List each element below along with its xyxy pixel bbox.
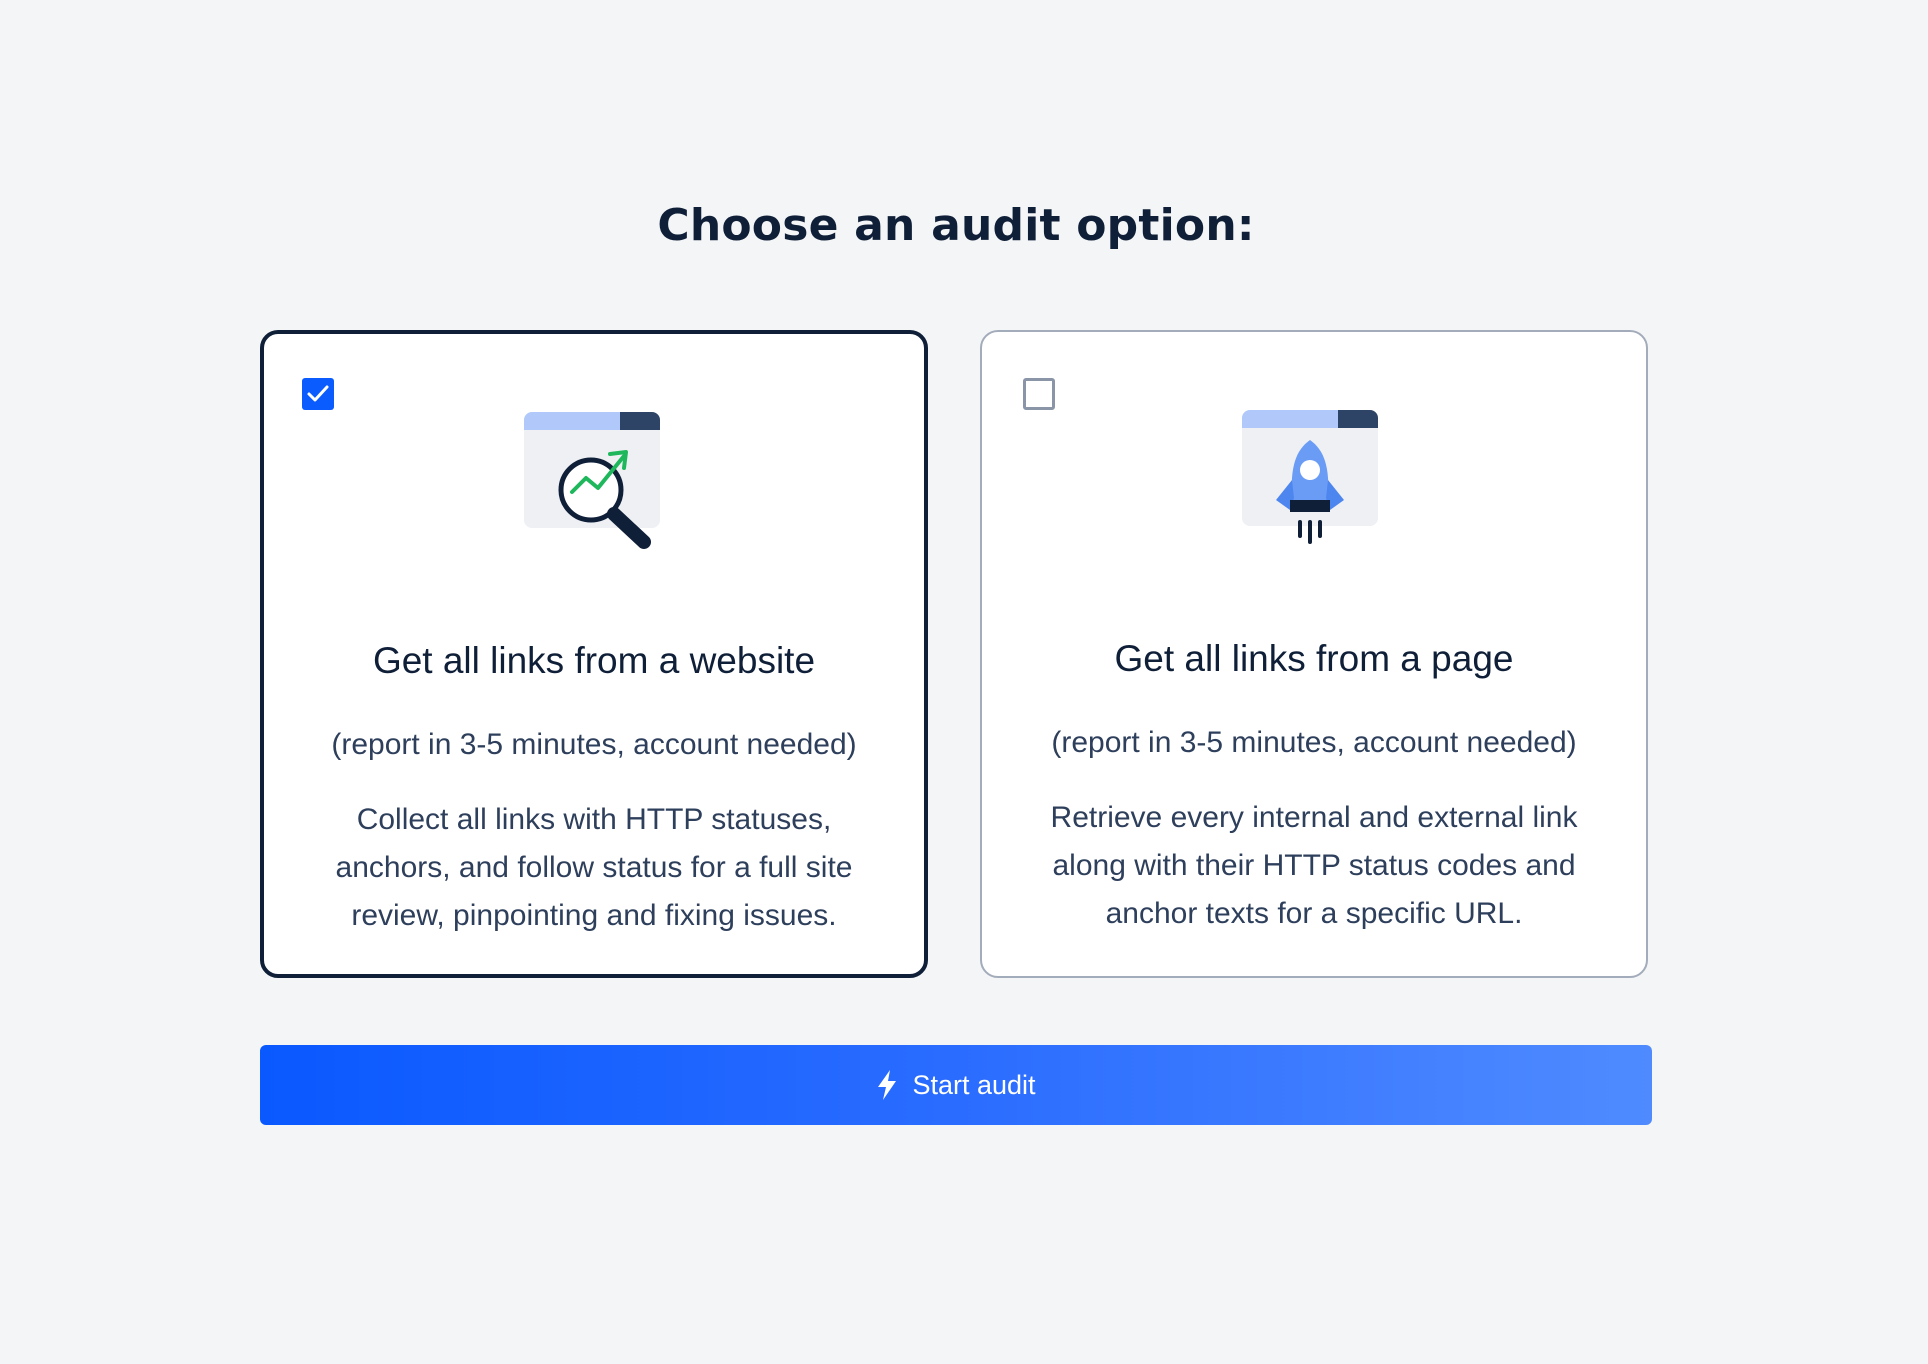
- option-card-website[interactable]: Get all links from a website (report in …: [260, 330, 928, 978]
- option-description: Retrieve every internal and external lin…: [1050, 801, 1578, 930]
- option-checkbox-website[interactable]: [302, 378, 334, 410]
- page-title: Choose an audit option:: [657, 200, 1255, 251]
- website-analytics-icon: [524, 412, 664, 562]
- lightning-icon: [876, 1070, 898, 1100]
- option-checkbox-page[interactable]: [1023, 378, 1055, 410]
- option-card-page[interactable]: Get all links from a page (report in 3-5…: [980, 330, 1648, 978]
- option-title: Get all links from a website: [372, 640, 816, 681]
- option-title: Get all links from a page: [1114, 638, 1514, 679]
- option-subtitle: (report in 3-5 minutes, account needed): [1051, 726, 1577, 759]
- start-audit-label: Start audit: [912, 1069, 1036, 1100]
- rocket-page-icon: [1242, 410, 1382, 560]
- checkmark-icon: [307, 385, 329, 402]
- option-description: Collect all links with HTTP statuses, an…: [335, 803, 853, 932]
- option-subtitle: (report in 3-5 minutes, account needed): [331, 728, 857, 761]
- start-audit-button[interactable]: Start audit: [260, 1045, 1652, 1125]
